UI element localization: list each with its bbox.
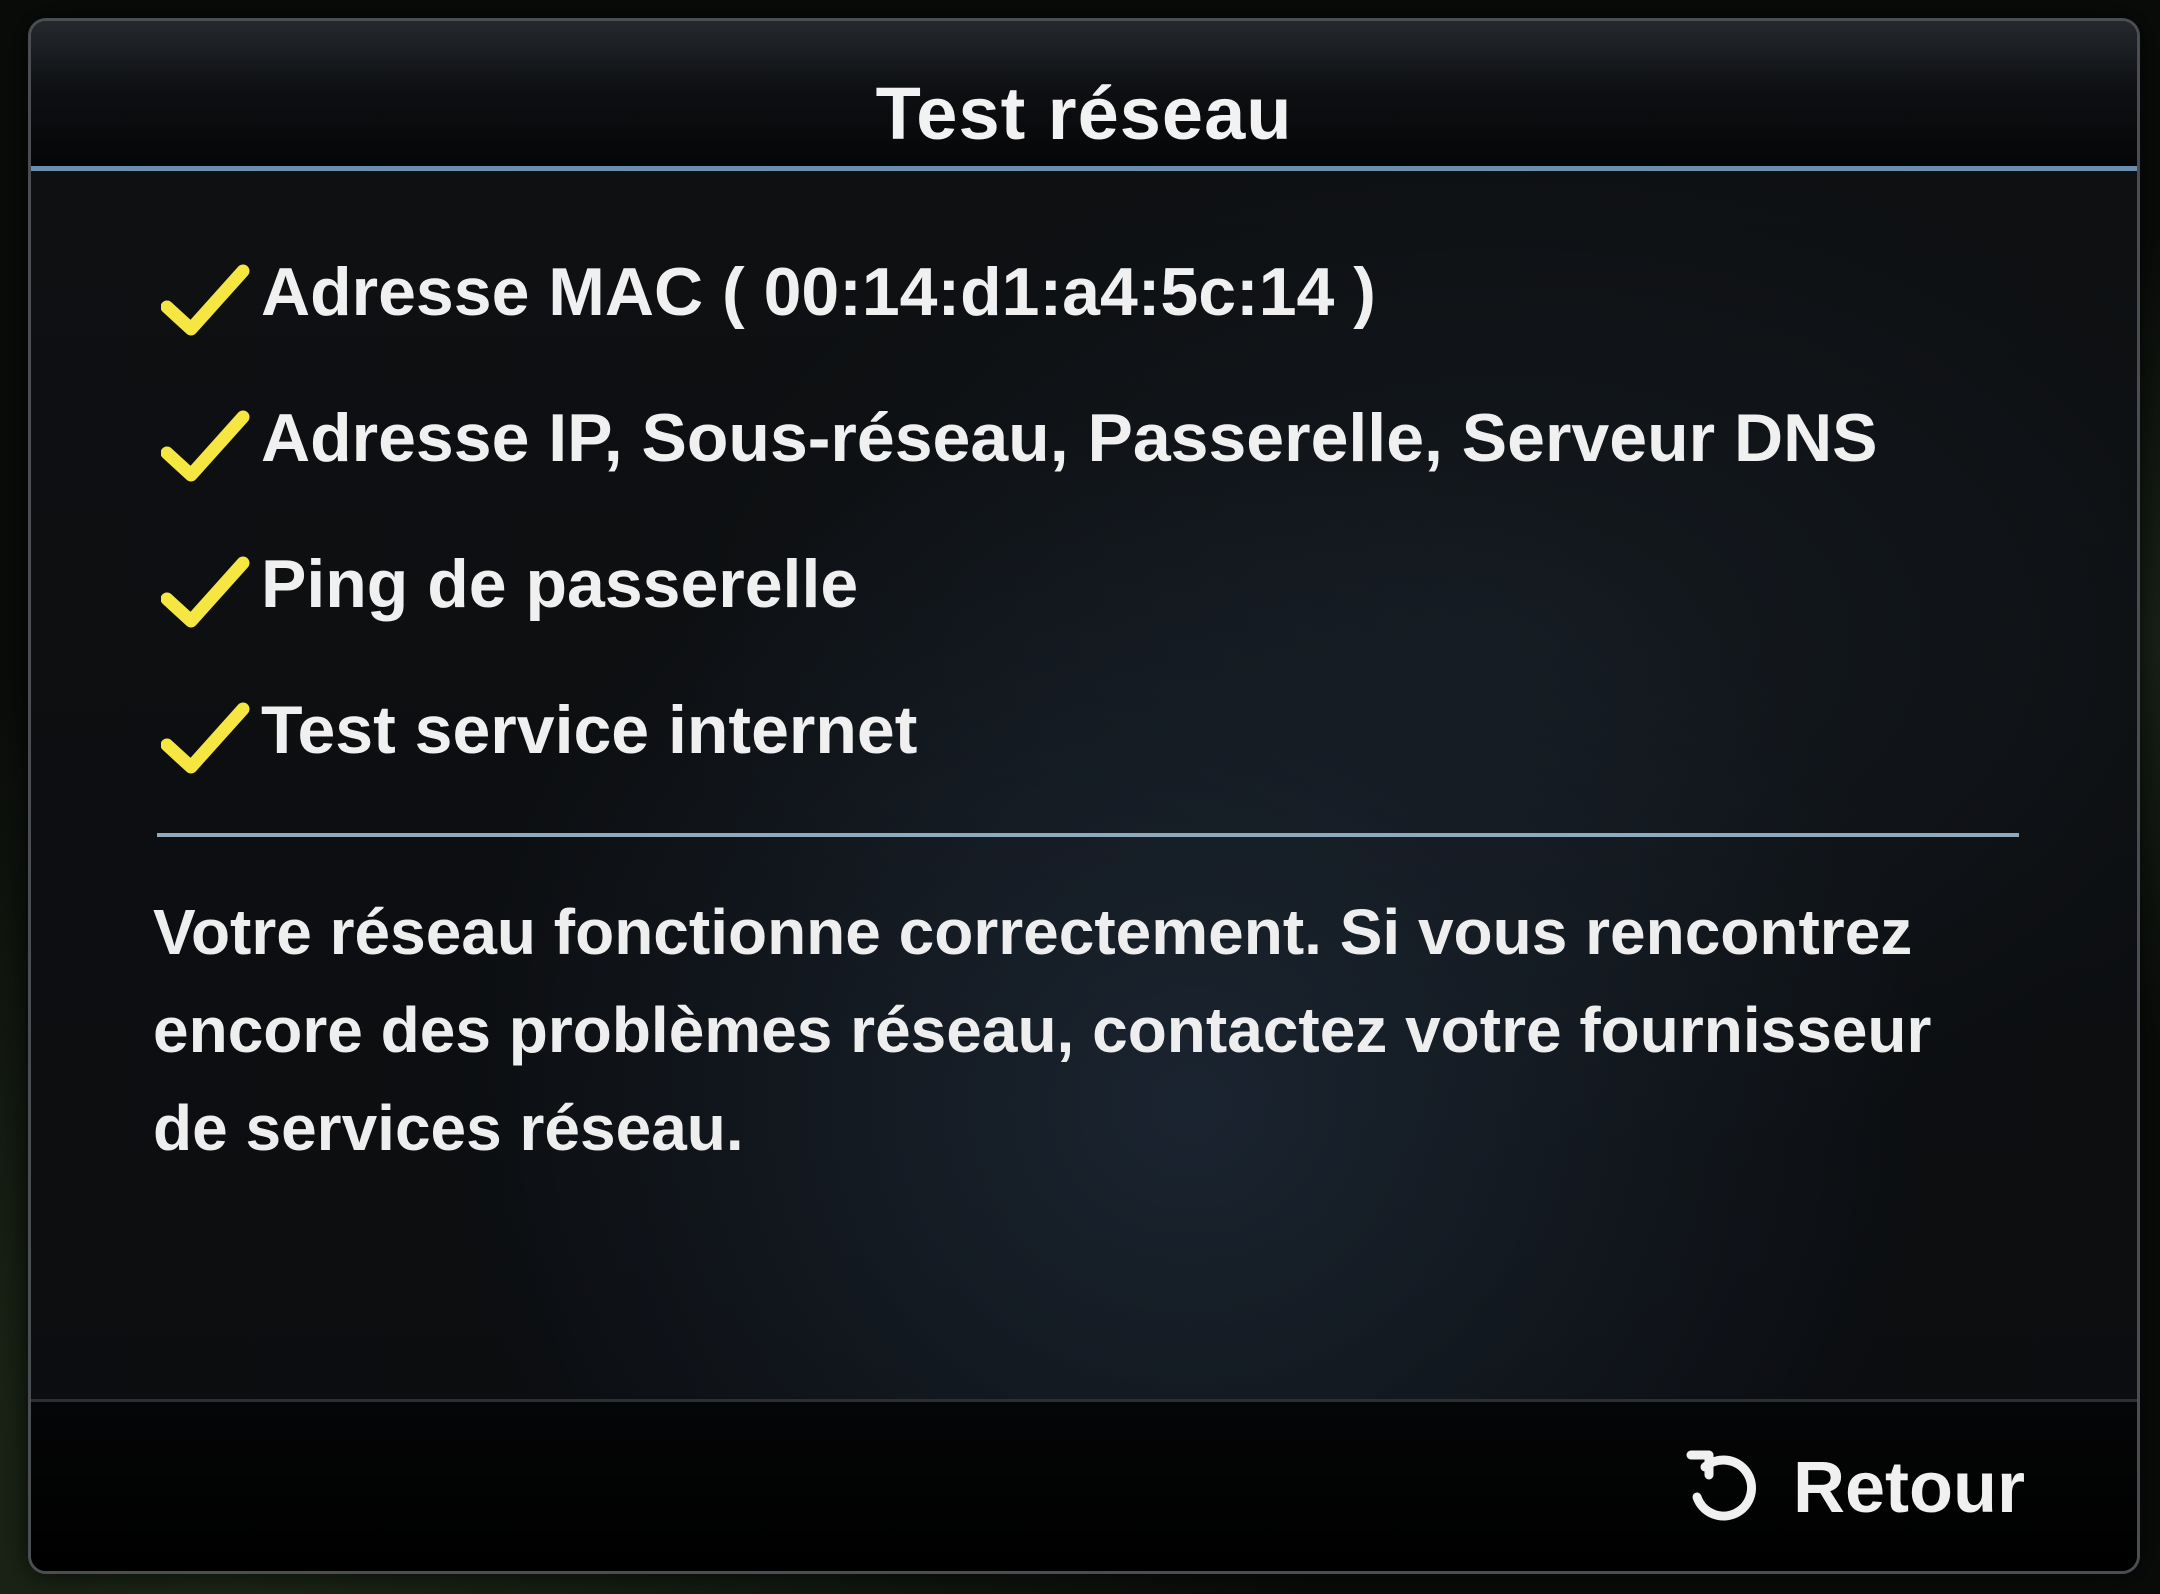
dialog-title-bar: Test réseau xyxy=(31,21,2137,171)
dialog-footer: Retour xyxy=(31,1399,2137,1571)
checkmark-icon xyxy=(161,264,250,336)
return-button[interactable]: Retour xyxy=(1683,1440,2025,1536)
result-message: Votre réseau fonctionne correctement. Si… xyxy=(153,896,1932,1164)
check-label: Adresse IP, Sous-réseau, Passerelle, Ser… xyxy=(261,400,1878,476)
checkmark-icon xyxy=(161,410,250,482)
check-item-ip: Adresse IP, Sous-réseau, Passerelle, Ser… xyxy=(161,387,2061,533)
test-checklist: Adresse MAC ( 00:14:d1:a4:5c:14 ) Adress… xyxy=(161,241,2061,825)
check-item-internet: Test service internet xyxy=(161,679,2061,825)
check-item-mac: Adresse MAC ( 00:14:d1:a4:5c:14 ) xyxy=(161,241,2061,387)
checkmark-icon xyxy=(161,556,250,628)
check-label: Test service internet xyxy=(261,692,918,768)
divider xyxy=(157,833,2019,837)
check-label: Adresse MAC ( 00:14:d1:a4:5c:14 ) xyxy=(261,254,1376,330)
check-label: Ping de passerelle xyxy=(261,546,859,622)
checkmark-icon xyxy=(161,702,250,774)
return-label: Retour xyxy=(1793,1448,2025,1528)
return-arrow-icon xyxy=(1686,1450,1756,1521)
dialog-title: Test réseau xyxy=(875,72,1293,155)
tv-screen: Test réseau Adresse MAC ( 00:14:d1:a4:5c… xyxy=(0,0,2160,1594)
network-test-dialog: Test réseau Adresse MAC ( 00:14:d1:a4:5c… xyxy=(28,18,2140,1574)
check-item-gateway-ping: Ping de passerelle xyxy=(161,533,2061,679)
